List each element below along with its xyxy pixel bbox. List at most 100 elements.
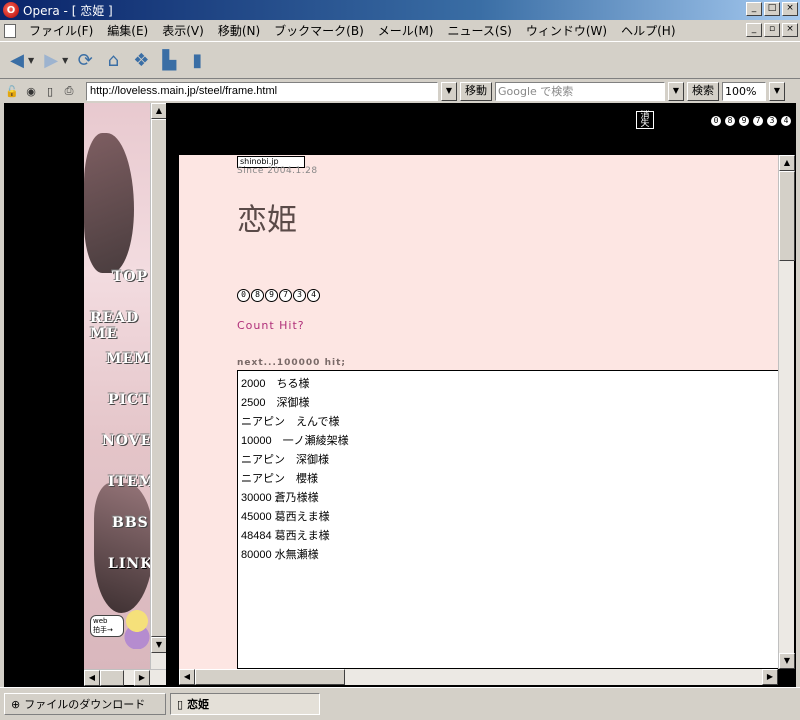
counter-digit: 8 xyxy=(724,115,736,127)
hotlist-icon[interactable]: ❖ xyxy=(130,50,152,72)
navigation-toolbar: ◀ ▼ ▶ ▼ ⟳ ⌂ ❖ ▙ ▮ xyxy=(0,43,800,79)
menu-bookmarks[interactable]: ブックマーク(B) xyxy=(267,22,371,39)
list-item: 10000 一ノ瀬綾架様 xyxy=(241,435,349,447)
scroll-down-button[interactable]: ▼ xyxy=(151,637,167,653)
page-icon[interactable]: ▯ xyxy=(42,83,58,99)
inner-page: shinobi.jp Since 2004.1.28 恋姫 0 8 9 7 3 … xyxy=(179,155,778,669)
security-icon[interactable]: 🔓 xyxy=(4,83,20,99)
list-item: 80000 水無瀬様 xyxy=(241,549,319,561)
left-vertical-scrollbar[interactable]: ▲ ▼ xyxy=(150,103,167,669)
scroll-up-button[interactable]: ▲ xyxy=(151,103,167,119)
counter-digit: 9 xyxy=(738,115,750,127)
nav-link-top[interactable]: TOP xyxy=(112,269,148,285)
nav-link-item[interactable]: ITEM xyxy=(108,474,155,490)
main-vertical-scrollbar[interactable]: ▲ ▼ xyxy=(778,155,795,669)
maximize-button[interactable]: □ xyxy=(764,2,780,16)
zoom-input[interactable]: 100% xyxy=(722,81,766,101)
camera-icon[interactable]: ◉ xyxy=(23,83,39,99)
document-icon xyxy=(4,23,16,38)
menu-file[interactable]: ファイル(F) xyxy=(22,22,100,39)
chibi-character-image xyxy=(124,609,150,649)
shoukyo-button[interactable]: 消失 xyxy=(636,111,654,129)
scroll-left-button[interactable]: ◀ xyxy=(84,670,100,686)
menu-edit[interactable]: 編集(E) xyxy=(100,22,155,39)
page-viewport: TOP READ ME MEMO PICT NOVEL ITEM BBS LIN… xyxy=(4,103,796,687)
list-item: ニアピン 櫻様 xyxy=(241,473,318,485)
list-item: 2500 深御様 xyxy=(241,397,310,409)
count-hit-heading: Count Hit? xyxy=(237,319,305,332)
mdi-close-button[interactable]: × xyxy=(782,23,798,37)
counter-digit: 9 xyxy=(265,289,278,302)
download-tab[interactable]: ⊕ ファイルのダウンロード xyxy=(4,693,166,715)
menu-window[interactable]: ウィンドウ(W) xyxy=(519,22,614,39)
list-item: ニアピン えんで様 xyxy=(241,416,340,428)
hscroll-thumb[interactable] xyxy=(100,670,124,686)
main-horizontal-scrollbar[interactable]: ◀ ▶ xyxy=(179,669,778,685)
scroll-thumb[interactable] xyxy=(779,171,795,261)
forward-dropdown-icon[interactable]: ▼ xyxy=(62,56,68,65)
back-dropdown-icon[interactable]: ▼ xyxy=(28,56,34,65)
list-item: 2000 ちる様 xyxy=(241,378,310,390)
counter-digit: 0 xyxy=(710,115,722,127)
mdi-minimize-button[interactable]: _ xyxy=(746,23,762,37)
search-dropdown-button[interactable]: ▼ xyxy=(668,81,684,101)
background-illustration-lower xyxy=(94,483,154,613)
window-title: Opera - [ 恋姫 ] xyxy=(23,3,113,18)
menu-help[interactable]: ヘルプ(H) xyxy=(614,22,682,39)
print-preview-icon[interactable]: ⎙ xyxy=(61,83,77,99)
page-tab[interactable]: ▯ 恋姫 xyxy=(170,693,320,715)
hit-list: 2000 ちる様 2500 深御様 ニアピン えんで様 10000 一ノ瀬綾架様… xyxy=(237,370,778,669)
counter-digit: 3 xyxy=(766,115,778,127)
search-input[interactable]: Google で検索 xyxy=(495,81,665,101)
url-input[interactable]: http://loveless.main.jp/steel/frame.html xyxy=(86,81,438,101)
scroll-right-button[interactable]: ▶ xyxy=(134,670,150,686)
scroll-left-button[interactable]: ◀ xyxy=(179,669,195,685)
counter-digit: 4 xyxy=(307,289,320,302)
scroll-right-button[interactable]: ▶ xyxy=(762,669,778,685)
menu-navigate[interactable]: 移動(N) xyxy=(211,22,267,39)
list-item: 45000 葛西えま様 xyxy=(241,511,330,523)
page-tab-label: 恋姫 xyxy=(187,698,210,711)
counter-digit: 3 xyxy=(293,289,306,302)
list-item: 30000 蒼乃様様 xyxy=(241,492,319,504)
counter-digit: 4 xyxy=(780,115,792,127)
minimize-button[interactable]: _ xyxy=(746,2,762,16)
home-icon[interactable]: ⌂ xyxy=(102,50,124,72)
title-bar: O Opera - [ 恋姫 ] _ □ × xyxy=(0,0,800,20)
counter-digit: 8 xyxy=(251,289,264,302)
list-item: ニアピン 深御様 xyxy=(241,454,329,466)
print-icon[interactable]: ▙ xyxy=(158,50,180,72)
search-button[interactable]: 検索 xyxy=(687,81,719,101)
menu-news[interactable]: ニュース(S) xyxy=(440,22,518,39)
scroll-up-button[interactable]: ▲ xyxy=(779,155,795,171)
zoom-dropdown-button[interactable]: ▼ xyxy=(769,81,785,101)
back-arrow-icon[interactable]: ◀ xyxy=(6,50,28,72)
access-counter: 0 8 9 7 3 4 xyxy=(237,289,320,302)
counter-digit: 7 xyxy=(752,115,764,127)
menu-view[interactable]: 表示(V) xyxy=(155,22,211,39)
reload-icon[interactable]: ⟳ xyxy=(74,50,96,72)
left-horizontal-scrollbar[interactable]: ◀ ▶ xyxy=(84,669,166,686)
counter-digit: 7 xyxy=(279,289,292,302)
nav-link-bbs[interactable]: BBS xyxy=(112,515,149,531)
status-bar: ⊕ ファイルのダウンロード ▯ 恋姫 xyxy=(0,687,800,720)
top-access-counter: 0 8 9 7 3 4 xyxy=(710,115,792,127)
hscroll-thumb[interactable] xyxy=(195,669,345,685)
download-icon: ⊕ xyxy=(11,697,21,711)
list-item: 48484 葛西えま様 xyxy=(241,530,330,542)
counter-digit: 0 xyxy=(237,289,250,302)
close-button[interactable]: × xyxy=(782,2,798,16)
nav-link-link[interactable]: LINK xyxy=(108,556,153,572)
url-dropdown-button[interactable]: ▼ xyxy=(441,81,457,101)
forward-arrow-icon[interactable]: ▶ xyxy=(40,50,62,72)
web-clap-button[interactable]: web 拍手→ xyxy=(90,615,124,637)
menu-bar: ファイル(F) 編集(E) 表示(V) 移動(N) ブックマーク(B) メール(… xyxy=(0,20,800,42)
scroll-thumb[interactable] xyxy=(151,119,167,637)
save-icon[interactable]: ▮ xyxy=(186,50,208,72)
mdi-restore-button[interactable]: ▫ xyxy=(764,23,780,37)
menu-mail[interactable]: メール(M) xyxy=(371,22,441,39)
go-button[interactable]: 移動 xyxy=(460,81,492,101)
page-icon: ▯ xyxy=(177,697,184,711)
nav-link-pict[interactable]: PICT xyxy=(108,392,151,408)
scroll-down-button[interactable]: ▼ xyxy=(779,653,795,669)
